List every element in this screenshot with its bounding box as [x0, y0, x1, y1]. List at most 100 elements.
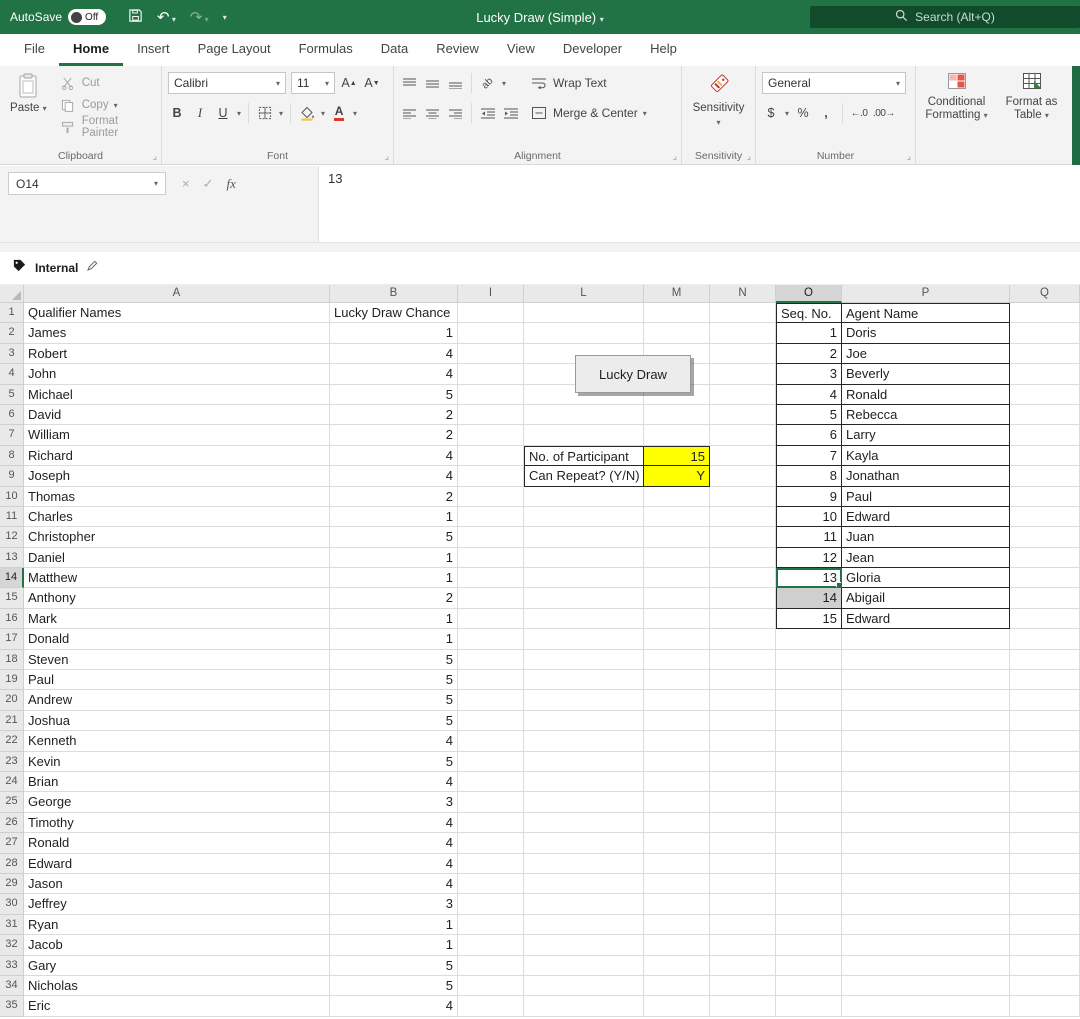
cell-N4[interactable]: [710, 364, 776, 384]
cell-B8[interactable]: 4: [330, 446, 458, 466]
cell-Q19[interactable]: [1010, 670, 1080, 690]
cell-A22[interactable]: Kenneth: [24, 731, 330, 751]
cell-O35[interactable]: [776, 996, 842, 1016]
cell-L7[interactable]: [524, 425, 644, 445]
tab-insert[interactable]: Insert: [123, 34, 184, 66]
cell-P25[interactable]: [842, 792, 1010, 812]
cell-B4[interactable]: 4: [330, 364, 458, 384]
cell-I35[interactable]: [458, 996, 524, 1016]
cell-O34[interactable]: [776, 976, 842, 996]
row-header-19[interactable]: 19: [0, 670, 24, 690]
cell-Q16[interactable]: [1010, 609, 1080, 629]
column-header-A[interactable]: A: [24, 285, 330, 303]
align-bottom-icon[interactable]: [446, 73, 464, 93]
cell-Q17[interactable]: [1010, 629, 1080, 649]
cell-N12[interactable]: [710, 527, 776, 547]
cell-M9[interactable]: Y: [644, 466, 710, 486]
cell-M33[interactable]: [644, 956, 710, 976]
select-all-corner[interactable]: [0, 285, 24, 303]
cell-A14[interactable]: Matthew: [24, 568, 330, 588]
font-name-select[interactable]: Calibri▾: [168, 72, 286, 94]
edit-sensitivity-pencil-icon[interactable]: [86, 259, 99, 277]
cell-Q11[interactable]: [1010, 507, 1080, 527]
cell-N30[interactable]: [710, 894, 776, 914]
cell-N14[interactable]: [710, 568, 776, 588]
cell-O2[interactable]: 1: [776, 323, 842, 343]
cell-A12[interactable]: Christopher: [24, 527, 330, 547]
cell-M26[interactable]: [644, 813, 710, 833]
cell-B28[interactable]: 4: [330, 854, 458, 874]
cell-B3[interactable]: 4: [330, 344, 458, 364]
cell-L9[interactable]: Can Repeat? (Y/N): [524, 466, 644, 486]
wrap-text-button[interactable]: Wrap Text: [530, 71, 647, 95]
customize-quick-access-icon[interactable]: ▾: [223, 13, 227, 22]
cell-I17[interactable]: [458, 629, 524, 649]
cell-P12[interactable]: Juan: [842, 527, 1010, 547]
number-format-select[interactable]: General▾: [762, 72, 906, 94]
cell-L22[interactable]: [524, 731, 644, 751]
cell-A4[interactable]: John: [24, 364, 330, 384]
cell-Q24[interactable]: [1010, 772, 1080, 792]
cell-L16[interactable]: [524, 609, 644, 629]
name-box[interactable]: O14▾: [8, 172, 166, 195]
cell-B6[interactable]: 2: [330, 405, 458, 425]
cell-A6[interactable]: David: [24, 405, 330, 425]
cell-M35[interactable]: [644, 996, 710, 1016]
window-title[interactable]: Lucky Draw (Simple): [476, 10, 596, 25]
cell-A16[interactable]: Mark: [24, 609, 330, 629]
formula-input[interactable]: 13: [319, 166, 1080, 242]
cell-A7[interactable]: William: [24, 425, 330, 445]
cell-A23[interactable]: Kevin: [24, 752, 330, 772]
cell-N25[interactable]: [710, 792, 776, 812]
alignment-dialog-launcher-icon[interactable]: ⌟: [673, 151, 677, 162]
accounting-format-button[interactable]: $: [762, 103, 780, 123]
cell-L27[interactable]: [524, 833, 644, 853]
cell-O7[interactable]: 6: [776, 425, 842, 445]
cell-I12[interactable]: [458, 527, 524, 547]
cell-Q10[interactable]: [1010, 487, 1080, 507]
cell-Q31[interactable]: [1010, 915, 1080, 935]
font-size-select[interactable]: 11▾: [291, 72, 335, 94]
cell-L14[interactable]: [524, 568, 644, 588]
cell-B33[interactable]: 5: [330, 956, 458, 976]
cut-button[interactable]: Cut: [59, 73, 155, 93]
merge-center-button[interactable]: Merge & Center ▾: [530, 101, 647, 125]
cell-P2[interactable]: Doris: [842, 323, 1010, 343]
cell-Q34[interactable]: [1010, 976, 1080, 996]
cell-A26[interactable]: Timothy: [24, 813, 330, 833]
cell-M19[interactable]: [644, 670, 710, 690]
cell-L34[interactable]: [524, 976, 644, 996]
row-header-9[interactable]: 9: [0, 466, 24, 486]
cell-O30[interactable]: [776, 894, 842, 914]
cell-M2[interactable]: [644, 323, 710, 343]
align-top-icon[interactable]: [400, 73, 418, 93]
cell-O3[interactable]: 2: [776, 344, 842, 364]
cell-B2[interactable]: 1: [330, 323, 458, 343]
row-header-35[interactable]: 35: [0, 996, 24, 1016]
tab-formulas[interactable]: Formulas: [285, 34, 367, 66]
cell-Q25[interactable]: [1010, 792, 1080, 812]
borders-chevron-icon[interactable]: ▾: [279, 109, 283, 118]
column-header-L[interactable]: L: [524, 285, 644, 303]
cell-L11[interactable]: [524, 507, 644, 527]
cell-I28[interactable]: [458, 854, 524, 874]
cell-I13[interactable]: [458, 548, 524, 568]
cell-M28[interactable]: [644, 854, 710, 874]
cell-P3[interactable]: Joe: [842, 344, 1010, 364]
cell-A25[interactable]: George: [24, 792, 330, 812]
align-left-icon[interactable]: [400, 103, 418, 123]
row-header-14[interactable]: 14: [0, 568, 24, 588]
cell-P16[interactable]: Edward: [842, 609, 1010, 629]
cell-Q7[interactable]: [1010, 425, 1080, 445]
row-header-30[interactable]: 30: [0, 894, 24, 914]
cell-M1[interactable]: [644, 303, 710, 323]
cell-Q3[interactable]: [1010, 344, 1080, 364]
cell-Q2[interactable]: [1010, 323, 1080, 343]
cell-M34[interactable]: [644, 976, 710, 996]
cell-N35[interactable]: [710, 996, 776, 1016]
row-header-31[interactable]: 31: [0, 915, 24, 935]
clipboard-dialog-launcher-icon[interactable]: ⌟: [153, 151, 157, 162]
cell-N24[interactable]: [710, 772, 776, 792]
lucky-draw-button[interactable]: Lucky Draw: [575, 355, 691, 393]
cell-I26[interactable]: [458, 813, 524, 833]
